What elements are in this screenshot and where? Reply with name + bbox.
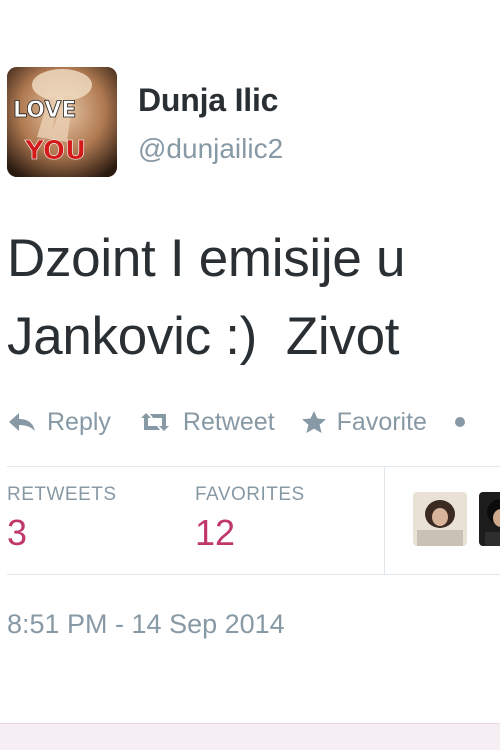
- stats-divider-bottom: [7, 574, 500, 575]
- avatar-image: LOVE YOU: [7, 67, 117, 177]
- favorites-count: 12: [195, 512, 236, 553]
- favorite-label: Favorite: [336, 407, 427, 436]
- favoriter-avatar[interactable]: [413, 492, 467, 546]
- favorite-button[interactable]: Favorite: [301, 408, 427, 437]
- retweet-icon: [137, 411, 173, 433]
- retweets-stat[interactable]: RETWEETS 3: [7, 484, 117, 554]
- tweet-text: Dzoint I emisije u Jankovic :) Zivot: [7, 220, 405, 376]
- tweet-line-1: Dzoint I emisije u: [7, 229, 406, 288]
- avatar-text-you: YOU: [24, 136, 86, 166]
- favoriter-avatar[interactable]: [479, 492, 500, 546]
- more-dot-icon[interactable]: [454, 417, 465, 427]
- tweet-actions: Reply Retweet Favorite: [7, 402, 465, 442]
- stats-separator: [384, 466, 385, 574]
- stats-divider-top: [7, 466, 500, 467]
- tweet-timestamp[interactable]: 8:51 PM - 14 Sep 2014: [7, 609, 285, 640]
- favorites-label: FAVORITES: [195, 484, 305, 505]
- reply-label: Reply: [47, 407, 111, 436]
- retweet-button[interactable]: Retweet: [137, 408, 275, 437]
- retweets-count: 3: [7, 512, 28, 553]
- display-name[interactable]: Dunja Ilic: [138, 82, 278, 119]
- star-icon: [301, 410, 327, 434]
- profile-avatar[interactable]: LOVE YOU: [7, 67, 117, 177]
- avatar-text-love: LOVE: [13, 98, 76, 123]
- reply-button[interactable]: Reply: [7, 408, 111, 437]
- tweet-page: LOVE YOU Dunja Ilic @dunjailic2 Dzoint I…: [0, 0, 500, 750]
- tweet-line-2: Jankovic :) Zivot: [7, 307, 400, 366]
- retweets-label: RETWEETS: [7, 484, 117, 505]
- reply-icon: [7, 411, 37, 433]
- screen-name[interactable]: @dunjailic2: [138, 133, 283, 165]
- retweet-label: Retweet: [182, 407, 275, 436]
- favorites-stat[interactable]: FAVORITES 12: [195, 484, 305, 554]
- reply-bar[interactable]: [0, 723, 500, 750]
